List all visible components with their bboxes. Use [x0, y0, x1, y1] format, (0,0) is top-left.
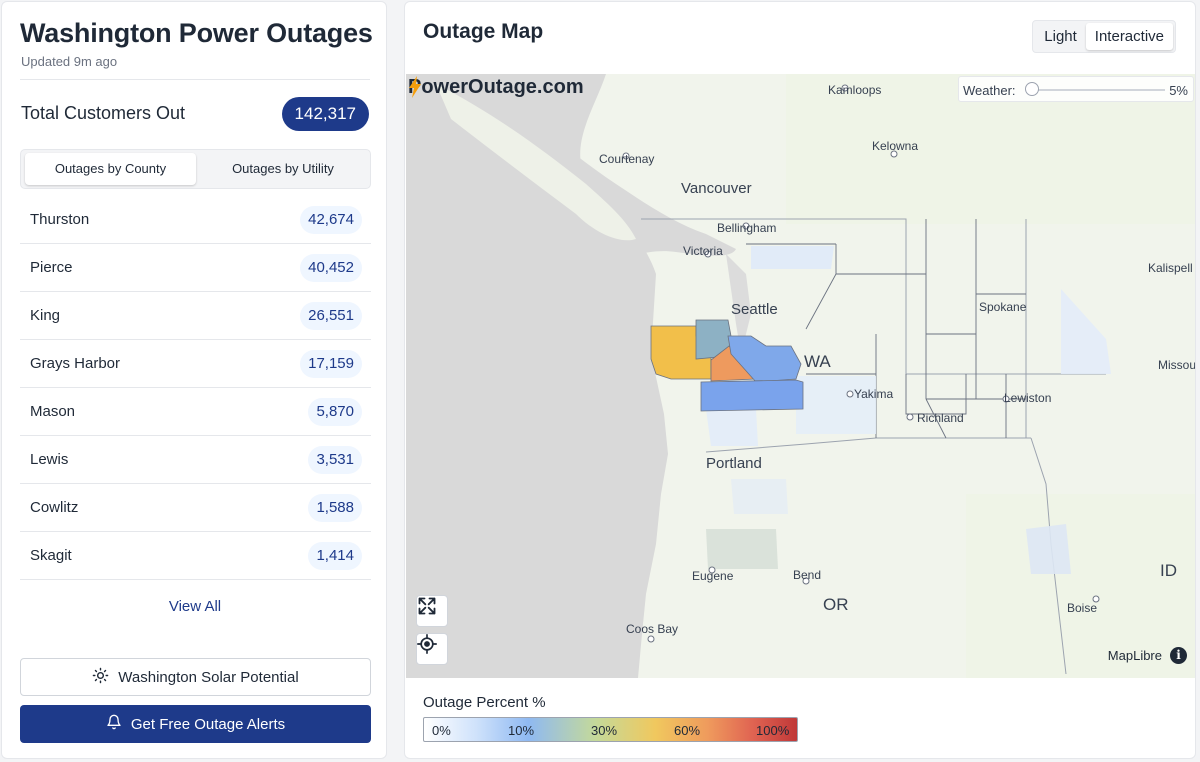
county-count: 26,551: [300, 302, 362, 330]
county-row-pierce[interactable]: Pierce 40,452: [20, 244, 371, 292]
label-kamloops: Kamloops: [828, 83, 881, 97]
weather-slider-track[interactable]: [1029, 89, 1165, 91]
mode-light-option[interactable]: Light: [1035, 23, 1086, 50]
tab-outages-by-utility[interactable]: Outages by Utility: [199, 153, 367, 185]
map-canvas: Kamloops Kelowna Courtenay Vancouver Bel…: [406, 74, 1195, 678]
county-row-grays-harbor[interactable]: Grays Harbor 17,159: [20, 340, 371, 388]
label-seattle: Seattle: [731, 301, 778, 318]
view-all-link[interactable]: View All: [2, 598, 388, 615]
county-count: 1,588: [308, 494, 362, 522]
county-name: Pierce: [30, 259, 73, 276]
total-customers-label: Total Customers Out: [21, 103, 186, 123]
weather-label: Weather:: [963, 83, 1016, 98]
label-courtenay: Courtenay: [599, 152, 654, 166]
label-id: ID: [1160, 561, 1177, 580]
county-count: 5,870: [308, 398, 362, 426]
legend-tick: 100%: [756, 723, 790, 738]
maplibre-label: MapLibre: [1107, 648, 1162, 663]
legend-tick: 10%: [508, 723, 535, 738]
county-name: King: [30, 307, 61, 324]
county-count: 1,414: [308, 542, 362, 570]
label-or: OR: [823, 595, 849, 614]
label-kelowna: Kelowna: [872, 139, 918, 153]
map-panel: Outage Map Light Interactive Kamloops Ke…: [404, 1, 1196, 759]
label-bellingham: Bellingham: [717, 221, 776, 235]
locate-button[interactable]: [416, 633, 448, 665]
alerts-button-label: Get Free Outage Alerts: [130, 715, 286, 733]
poweroutage-logo: PowerOutage.com: [408, 76, 584, 99]
sun-icon: [92, 667, 109, 688]
county-row-thurston[interactable]: Thurston 42,674: [20, 196, 371, 244]
legend-tick: 30%: [591, 723, 618, 738]
label-eugene: Eugene: [692, 569, 734, 583]
brand-name: PowerOutage.com: [408, 76, 584, 98]
label-kalispell: Kalispell: [1148, 261, 1193, 275]
outage-percent-legend: 0% 10% 30% 60% 100%: [423, 717, 798, 742]
label-boise: Boise: [1067, 601, 1097, 615]
bell-icon: [106, 714, 122, 734]
label-wa: WA: [804, 352, 831, 371]
legend-tick: 60%: [674, 723, 701, 738]
map-mode-toggle: Light Interactive: [1032, 20, 1176, 53]
county-row-skagit[interactable]: Skagit 1,414: [20, 532, 371, 580]
label-coos-bay: Coos Bay: [626, 622, 678, 636]
county-name: Mason: [30, 403, 76, 420]
label-lewiston: Lewiston: [1004, 391, 1051, 405]
label-vancouver: Vancouver: [681, 180, 752, 197]
label-missoula: Missou: [1158, 358, 1195, 372]
page-title: Washington Power Outages: [20, 18, 373, 48]
county-row-cowlitz[interactable]: Cowlitz 1,588: [20, 484, 371, 532]
outages-sidebar: Washington Power Outages Updated 9m ago …: [1, 1, 387, 759]
lewis-county[interactable]: [700, 379, 804, 412]
info-icon[interactable]: i: [1170, 647, 1187, 664]
tab-outages-by-county[interactable]: Outages by County: [25, 153, 196, 185]
label-bend: Bend: [793, 568, 821, 582]
label-victoria: Victoria: [683, 244, 723, 258]
county-row-lewis[interactable]: Lewis 3,531: [20, 436, 371, 484]
divider: [20, 79, 370, 80]
county-count: 40,452: [300, 254, 362, 282]
county-count: 42,674: [300, 206, 362, 234]
solar-button-label: Washington Solar Potential: [118, 668, 299, 686]
map-title: Outage Map: [423, 20, 544, 43]
outage-alerts-button[interactable]: Get Free Outage Alerts: [20, 705, 371, 743]
map-attribution: MapLibre i: [1108, 647, 1187, 664]
county-name: Skagit: [30, 547, 72, 564]
label-yakima: Yakima: [854, 387, 893, 401]
weather-value: 5%: [1169, 83, 1188, 98]
county-list: Thurston 42,674 Pierce 40,452 King 26,551 G…: [20, 196, 371, 580]
total-customers-badge: 142,317: [281, 97, 369, 131]
fullscreen-button[interactable]: [416, 595, 448, 627]
weather-slider: Weather: 5%: [958, 76, 1194, 102]
county-name: Lewis: [30, 451, 69, 468]
outage-map[interactable]: Kamloops Kelowna Courtenay Vancouver Bel…: [406, 74, 1195, 678]
county-count: 17,159: [300, 350, 362, 378]
label-richland: Richland: [917, 411, 964, 425]
mode-interactive-option[interactable]: Interactive: [1085, 23, 1173, 50]
solar-potential-button[interactable]: Washington Solar Potential: [20, 658, 371, 696]
outage-tabs: Outages by County Outages by Utility: [20, 149, 371, 189]
county-name: Cowlitz: [30, 499, 79, 516]
county-name: Grays Harbor: [30, 355, 121, 372]
legend-title: Outage Percent %: [423, 694, 546, 711]
county-row-king[interactable]: King 26,551: [20, 292, 371, 340]
label-portland: Portland: [706, 455, 762, 472]
county-count: 3,531: [308, 446, 362, 474]
weather-slider-handle[interactable]: [1025, 82, 1039, 96]
updated-timestamp: Updated 9m ago: [21, 54, 118, 69]
county-name: Thurston: [30, 211, 90, 228]
county-row-mason[interactable]: Mason 5,870: [20, 388, 371, 436]
legend-tick: 0%: [432, 723, 451, 738]
label-spokane: Spokane: [979, 300, 1027, 314]
